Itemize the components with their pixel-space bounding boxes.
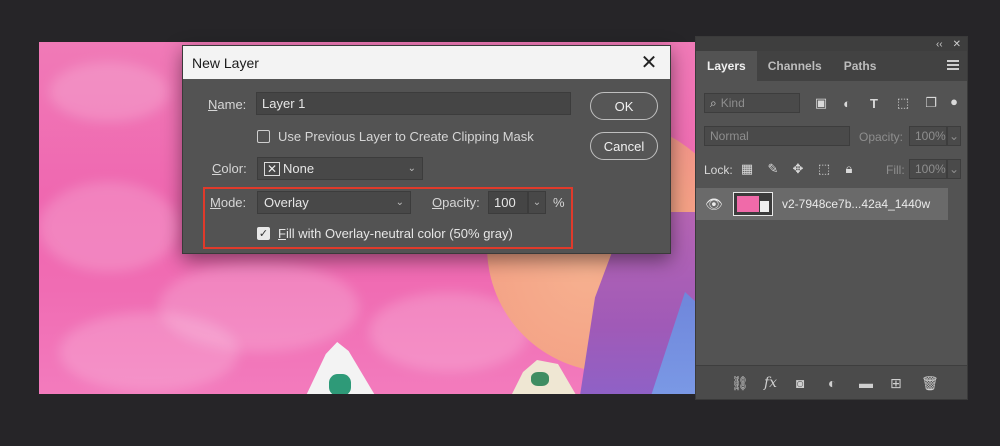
color-value: None [283, 161, 315, 176]
opacity-label: Opacity: [432, 195, 480, 210]
new-group-icon[interactable]: ▬ [859, 375, 873, 391]
snow-peak [509, 360, 579, 394]
lock-all-icon[interactable]: 🔒︎ [841, 161, 857, 177]
search-icon: ⌕ [710, 95, 717, 110]
layer-name[interactable]: v2-7948ce7b...42a4_1440w [782, 197, 930, 211]
name-label: Name: [208, 97, 247, 112]
snow-peak [303, 342, 379, 394]
lock-label: Lock: [704, 163, 733, 177]
lock-transparent-icon[interactable]: ▦ [739, 161, 755, 177]
opacity-dropdown[interactable]: ⌄ [528, 191, 546, 214]
cancel-button[interactable]: Cancel [590, 132, 658, 160]
chevron-down-icon: ⌄ [395, 197, 404, 208]
panel-tabs: Layers Channels Paths [696, 51, 967, 81]
lock-image-brush-icon[interactable]: ✎ [765, 161, 781, 177]
clipping-mask-label: Use Previous Layer to Create Clipping Ma… [278, 129, 534, 144]
fill-neutral-checkbox[interactable]: ✓ [257, 227, 270, 240]
layer-opacity-input[interactable]: 100% [909, 126, 947, 146]
visibility-eye-icon[interactable]: 👁︎ [705, 196, 723, 213]
shape-filter-icon[interactable]: ⬚ [895, 95, 911, 111]
close-icon[interactable]: ✕ [638, 50, 660, 75]
opacity-unit: % [553, 195, 565, 210]
mode-value: Overlay [264, 195, 309, 210]
mode-select[interactable]: Overlay ⌄ [257, 191, 411, 214]
none-swatch-icon: ✕ [264, 161, 280, 176]
name-input[interactable]: Layer 1 [256, 92, 571, 115]
opacity-label: Opacity: [859, 130, 904, 144]
color-label: Color: [212, 161, 247, 176]
close-icon[interactable]: ✕ [953, 39, 961, 50]
trash-icon[interactable]: 🗑︎ [921, 375, 939, 392]
fill-neutral-label: Fill with Overlay-neutral color (50% gra… [278, 226, 513, 241]
lock-artboard-icon[interactable]: ⬚ [816, 161, 832, 177]
new-layer-icon[interactable]: ⊞ [890, 375, 902, 392]
adjustment-filter-icon[interactable]: ◐ [839, 95, 855, 111]
color-select[interactable]: ✕ None ⌄ [257, 157, 423, 180]
collapse-icon[interactable]: ‹‹ [936, 39, 943, 50]
adjustment-layer-icon[interactable]: ◐ [828, 375, 836, 391]
layer-thumbnail [733, 192, 773, 216]
dialog-titlebar[interactable]: New Layer ✕ [183, 46, 670, 79]
layer-row[interactable]: 👁︎ v2-7948ce7b...42a4_1440w [696, 188, 948, 220]
opacity-input[interactable]: 100 [488, 191, 528, 214]
smart-object-filter-icon[interactable]: ❐ [923, 95, 939, 111]
chevron-down-icon: ⌄ [407, 163, 416, 174]
kind-filter-select[interactable]: ⌕ Kind [704, 93, 800, 113]
tab-layers[interactable]: Layers [696, 51, 757, 81]
chevron-down-icon[interactable]: ⌄ [947, 126, 961, 146]
cloud [49, 62, 169, 122]
chevron-down-icon: ⌄ [532, 197, 542, 208]
panel-menu-icon[interactable] [947, 60, 959, 72]
pixel-filter-icon[interactable]: ▣ [813, 95, 829, 111]
chevron-down-icon[interactable]: ⌄ [947, 159, 961, 179]
layer-fill-input[interactable]: 100% [909, 159, 947, 179]
clipping-mask-checkbox[interactable] [257, 130, 270, 143]
smart-object-badge-icon [760, 201, 769, 212]
cloud [59, 312, 239, 392]
filter-toggle-icon[interactable]: ● [949, 93, 959, 109]
lock-position-icon[interactable]: ✥ [790, 161, 806, 177]
tab-paths[interactable]: Paths [833, 51, 888, 81]
blend-mode-select[interactable]: Normal [704, 126, 850, 146]
ok-button[interactable]: OK [590, 92, 658, 120]
fill-label: Fill: [886, 163, 905, 177]
layers-panel: ‹‹ ✕ Layers Channels Paths ⌕ Kind ▣ ◐ T … [695, 36, 968, 400]
fx-icon[interactable]: fx [764, 375, 777, 391]
add-mask-icon[interactable]: ◙ [796, 375, 804, 391]
dialog-title: New Layer [192, 54, 259, 71]
mode-label: Mode: [210, 195, 247, 210]
cloud [39, 182, 179, 272]
kind-label: Kind [720, 96, 745, 110]
link-layers-icon[interactable]: ⛓︎ [731, 375, 749, 392]
tab-channels[interactable]: Channels [757, 51, 833, 81]
type-filter-icon[interactable]: T [866, 95, 882, 111]
panel-top-strip: ‹‹ ✕ [696, 37, 967, 51]
new-layer-dialog: New Layer ✕ Name: Layer 1 OK Cancel Use … [182, 45, 671, 254]
panel-bottom-bar: ⛓︎ fx ◙ ◐ ▬ ⊞ 🗑︎ [696, 365, 967, 399]
